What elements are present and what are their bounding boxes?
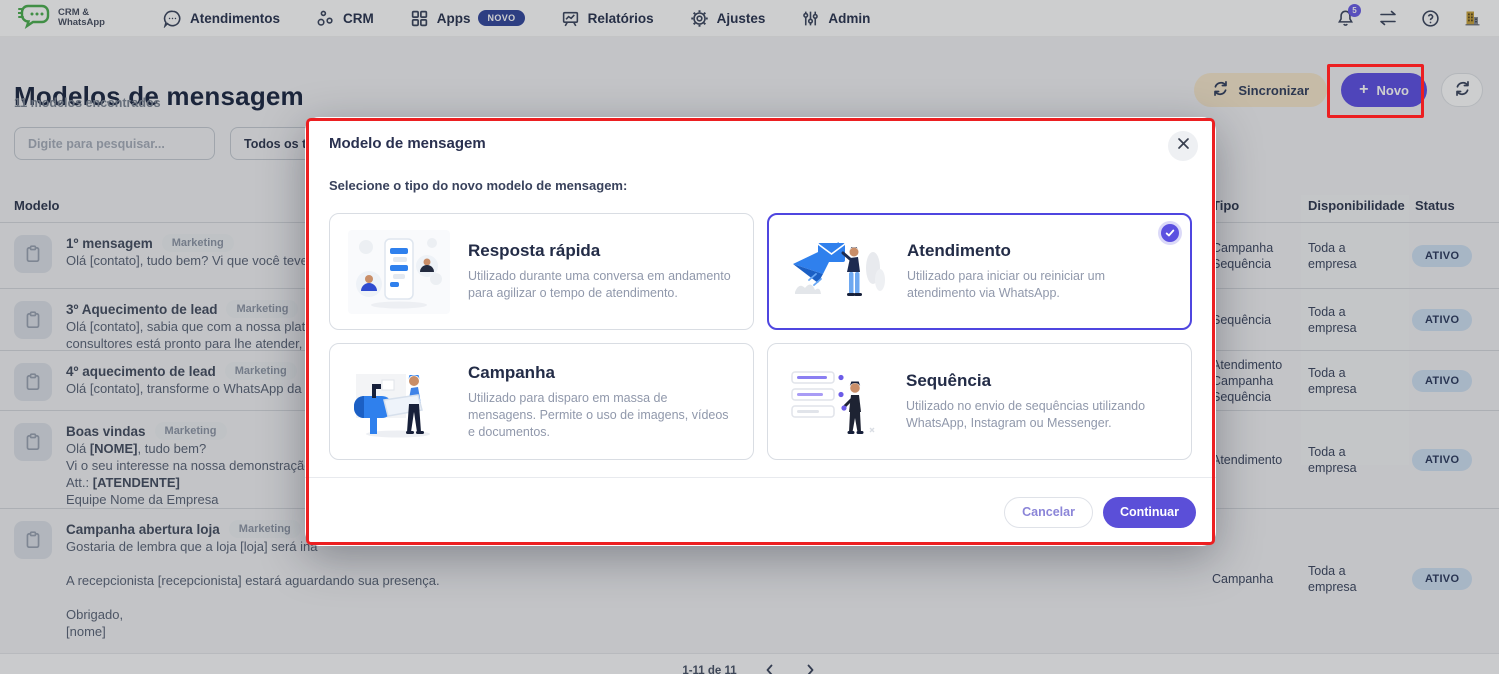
option-card-atendimento[interactable]: Atendimento Utilizado para iniciar ou re… [767,213,1192,330]
option-card-text: Sequência Utilizado no envio de sequênci… [906,371,1173,432]
option-description: Utilizado para disparo em massa de mensa… [468,390,735,441]
option-card-campanha[interactable]: Campanha Utilizado para disparo em massa… [329,343,754,460]
modal-subtitle: Selecione o tipo do novo modelo de mensa… [329,178,1192,193]
modal-close-button[interactable] [1168,131,1198,161]
option-title: Campanha [468,363,735,383]
modal-footer: Cancelar Continuar [305,478,1216,546]
option-card-text: Atendimento Utilizado para iniciar ou re… [907,241,1172,302]
option-description: Utilizado durante uma conversa em andame… [468,268,735,302]
option-card-resposta-rapida[interactable]: Resposta rápida Utilizado durante uma co… [329,213,754,330]
app-screen: CRM &WhatsApp Atendimentos [0,0,1499,674]
paper-plane-illustration [787,230,889,314]
option-description: Utilizado no envio de sequências utiliza… [906,398,1173,432]
mailbox-illustration [348,360,450,444]
option-title: Resposta rápida [468,241,735,261]
modal-title: Modelo de mensagem [329,135,1192,152]
option-card-sequencia[interactable]: Sequência Utilizado no envio de sequênci… [767,343,1192,460]
continue-button[interactable]: Continuar [1103,497,1196,528]
quick-reply-illustration [348,230,450,314]
template-type-options: Resposta rápida Utilizado durante uma co… [329,213,1192,460]
option-title: Sequência [906,371,1173,391]
option-card-text: Resposta rápida Utilizado durante uma co… [468,241,735,302]
selected-check-icon [1161,224,1179,242]
new-template-modal: Modelo de mensagem Selecione o tipo do n… [305,117,1216,546]
option-card-text: Campanha Utilizado para disparo em massa… [468,363,735,441]
option-description: Utilizado para iniciar ou reiniciar um a… [907,268,1172,302]
sequence-illustration [786,360,888,444]
option-title: Atendimento [907,241,1172,261]
cancel-button[interactable]: Cancelar [1004,497,1093,528]
close-icon [1177,137,1190,155]
